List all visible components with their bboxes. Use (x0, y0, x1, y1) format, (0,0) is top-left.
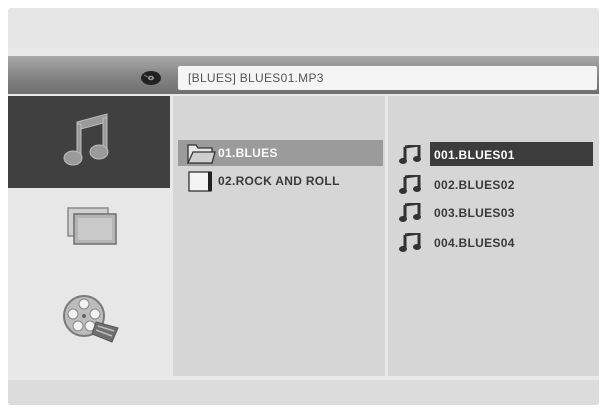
music-note-icon (399, 203, 421, 222)
folder-item[interactable]: 02.ROCK AND ROLL (178, 168, 383, 194)
track-label: 004.BLUES04 (434, 236, 515, 250)
track-item[interactable]: 002.BLUES02 (393, 172, 599, 196)
sidebar-item-photo[interactable] (8, 188, 170, 280)
track-label: 003.BLUES03 (434, 206, 515, 220)
folder-icon (188, 171, 212, 192)
music-note-icon (399, 233, 421, 252)
top-band (8, 8, 599, 48)
track-item[interactable]: 003.BLUES03 (393, 200, 599, 224)
current-file-path: [BLUES] BLUES01.MP3 (178, 66, 597, 90)
folder-label: 02.ROCK AND ROLL (218, 174, 340, 188)
film-reel-icon (63, 295, 119, 343)
sidebar-item-video[interactable] (8, 280, 170, 372)
folder-list-pane: 01.BLUES 02.ROCK AND ROLL (173, 96, 385, 376)
track-label: 002.BLUES02 (434, 178, 515, 192)
sidebar-item-music[interactable] (8, 96, 170, 188)
status-band (8, 380, 599, 405)
track-item[interactable]: 004.BLUES04 (393, 230, 599, 254)
media-type-sidebar (8, 96, 170, 376)
open-folder-icon (186, 144, 216, 164)
music-note-icon (399, 175, 421, 194)
track-item[interactable]: 001.BLUES01 (393, 142, 599, 166)
music-note-icon (63, 113, 109, 166)
disc-icon (140, 70, 162, 91)
music-note-icon (399, 145, 421, 164)
folder-label: 01.BLUES (218, 146, 278, 160)
photo-frame-icon (67, 207, 117, 245)
track-label: 001.BLUES01 (430, 142, 593, 166)
media-browser-window: [BLUES] BLUES01.MP3 01.BLUES 02.ROCK AND… (8, 8, 599, 405)
track-list-pane: 001.BLUES01 002.BLUES02 003.BLUES03 004.… (388, 96, 599, 376)
folder-item[interactable]: 01.BLUES (178, 140, 383, 166)
